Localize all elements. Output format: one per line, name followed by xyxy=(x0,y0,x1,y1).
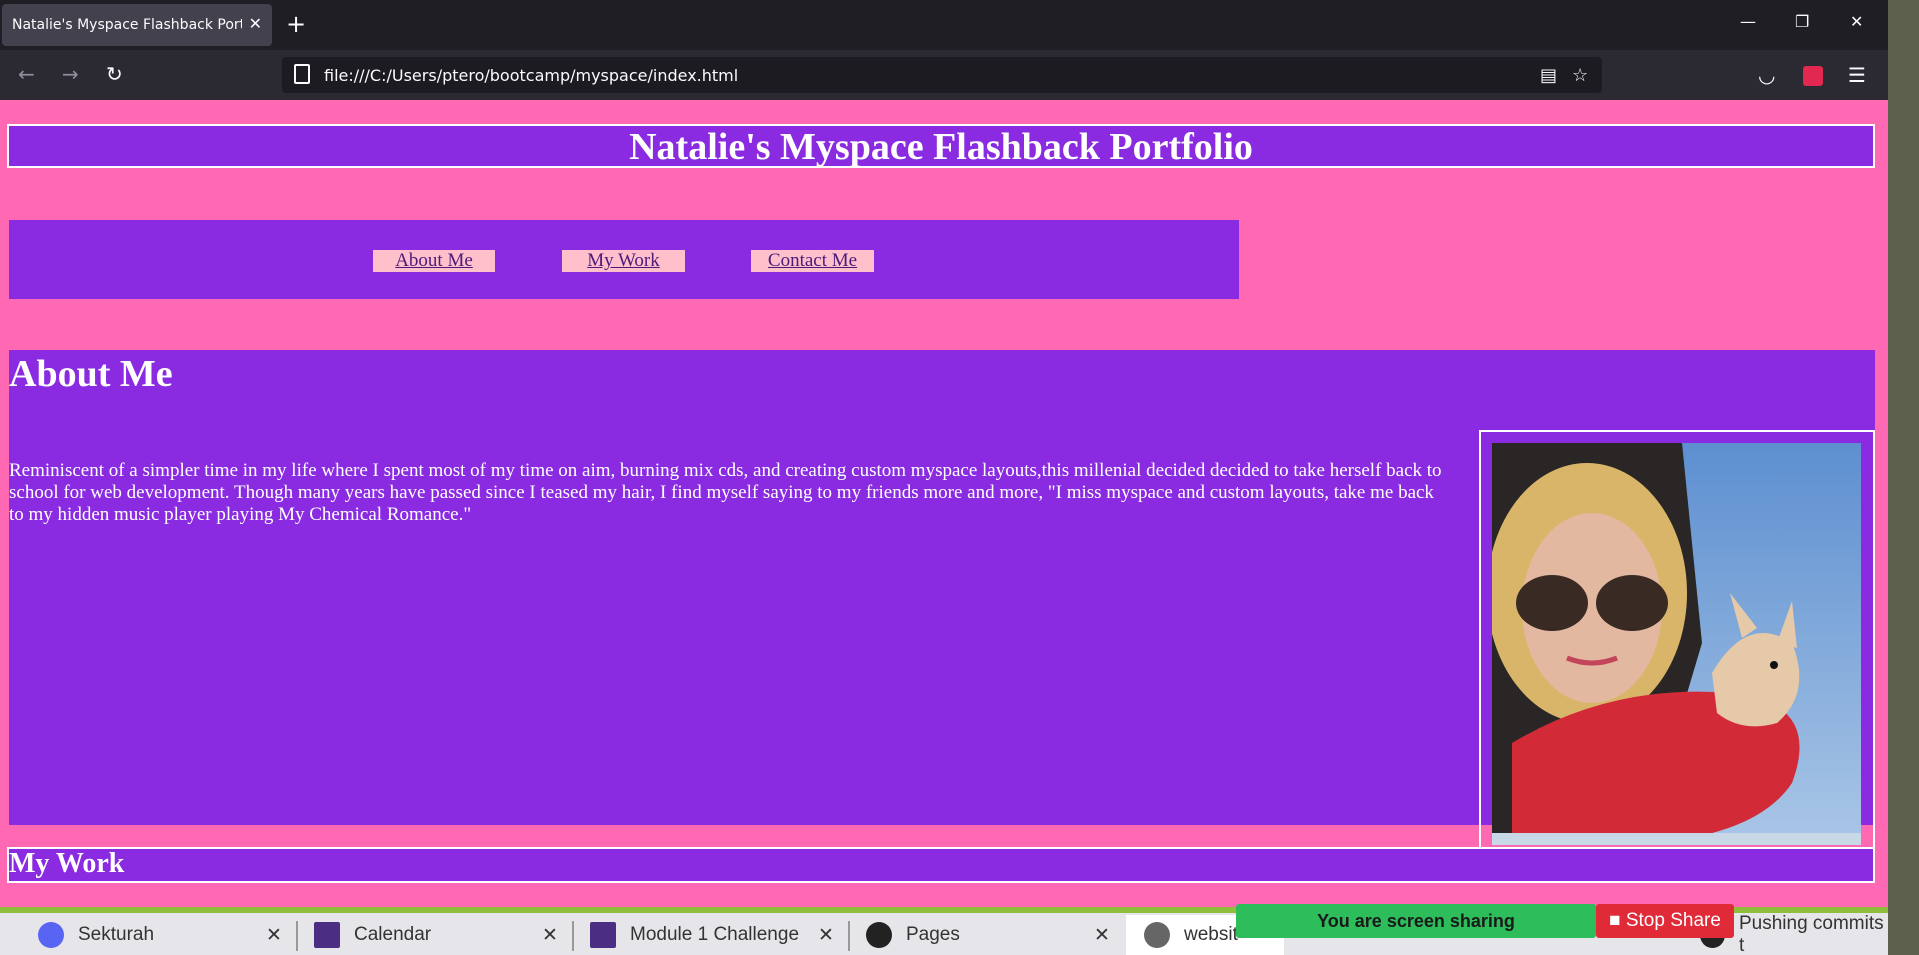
site-nav: About Me My Work Contact Me xyxy=(9,220,1239,299)
close-icon[interactable]: ✕ xyxy=(1094,915,1110,955)
close-icon[interactable]: ✕ xyxy=(818,915,834,955)
stop-share-label: Stop Share xyxy=(1625,910,1721,931)
w-icon xyxy=(314,922,340,948)
about-heading: About Me xyxy=(9,353,173,395)
site-header: Natalie's Myspace Flashback Portfolio xyxy=(7,124,1875,168)
taskbar-tab-calendar[interactable]: Calendar xyxy=(314,915,431,955)
my-work-heading: My Work xyxy=(9,848,125,879)
stop-square-icon: ■ xyxy=(1609,910,1621,931)
taskbar-tab-label: Pushing commits t xyxy=(1738,913,1884,955)
page-icon xyxy=(294,64,310,84)
menu-icon[interactable]: ☰ xyxy=(1848,63,1866,87)
tab-title: Natalie's Myspace Flashback Portfolio xyxy=(12,17,242,33)
extension-icon[interactable] xyxy=(1803,66,1823,86)
my-work-section: My Work xyxy=(7,847,1875,883)
bookmark-star-icon[interactable]: ☆ xyxy=(1572,65,1588,86)
close-window-icon[interactable]: ✕ xyxy=(1850,12,1863,31)
w-icon xyxy=(590,922,616,948)
reader-view-icon[interactable]: ▤ xyxy=(1540,65,1557,86)
page-title: Natalie's Myspace Flashback Portfolio xyxy=(629,126,1253,168)
discord-icon xyxy=(38,922,64,948)
address-bar[interactable]: file:///C:/Users/ptero/bootcamp/myspace/… xyxy=(282,57,1602,93)
forward-icon[interactable]: → xyxy=(62,64,79,84)
separator xyxy=(572,921,574,951)
new-tab-icon[interactable]: + xyxy=(286,10,306,38)
desktop-background xyxy=(1888,0,1919,955)
navigation-toolbar: ← → ↻ file:///C:/Users/ptero/bootcamp/my… xyxy=(0,50,1888,100)
screen-sharing-banner: You are screen sharing xyxy=(1236,904,1596,938)
taskbar-tab-label: Pages xyxy=(906,924,960,945)
url-text: file:///C:/Users/ptero/bootcamp/myspace/… xyxy=(324,66,739,85)
taskbar-tab-label: Module 1 Challenge xyxy=(630,924,800,945)
restore-icon[interactable]: ❐ xyxy=(1795,12,1809,31)
taskbar-tab-label: Calendar xyxy=(354,924,432,945)
stop-share-button[interactable]: ■ Stop Share xyxy=(1596,904,1734,938)
reload-icon[interactable]: ↻ xyxy=(106,64,123,84)
taskbar-tab-module-1[interactable]: Module 1 Challenge xyxy=(590,915,799,955)
pocket-icon[interactable]: ◡ xyxy=(1758,63,1775,87)
globe-icon xyxy=(1144,922,1170,948)
taskbar-tab-label: Sekturah xyxy=(78,924,155,945)
minimize-icon[interactable]: — xyxy=(1740,12,1756,31)
close-tab-icon[interactable]: ✕ xyxy=(249,14,262,33)
about-section: About Me Reminiscent of a simpler time i… xyxy=(9,350,1875,862)
browser-tab[interactable]: Natalie's Myspace Flashback Portfolio ✕ xyxy=(2,4,272,46)
about-text: Reminiscent of a simpler time in my life… xyxy=(9,460,1442,525)
nav-contact-me[interactable]: Contact Me xyxy=(751,250,874,272)
github-icon xyxy=(866,922,892,948)
tab-bar: Natalie's Myspace Flashback Portfolio ✕ … xyxy=(0,0,1888,50)
browser-window: Natalie's Myspace Flashback Portfolio ✕ … xyxy=(0,0,1888,955)
back-icon[interactable]: ← xyxy=(18,64,35,84)
taskbar-tab-sekturah[interactable]: Sekturah xyxy=(38,915,154,955)
separator xyxy=(848,921,850,951)
separator xyxy=(296,921,298,951)
close-icon[interactable]: ✕ xyxy=(266,915,282,955)
screen-sharing-text: You are screen sharing xyxy=(1317,911,1515,931)
nav-about-me[interactable]: About Me xyxy=(373,250,495,272)
taskbar-tab-label: websit xyxy=(1184,924,1238,945)
taskbar-tab-pages[interactable]: Pages xyxy=(866,915,960,955)
profile-photo xyxy=(1492,443,1861,845)
nav-my-work[interactable]: My Work xyxy=(562,250,685,272)
web-page: Natalie's Myspace Flashback Portfolio Ab… xyxy=(0,100,1888,907)
close-icon[interactable]: ✕ xyxy=(542,915,558,955)
